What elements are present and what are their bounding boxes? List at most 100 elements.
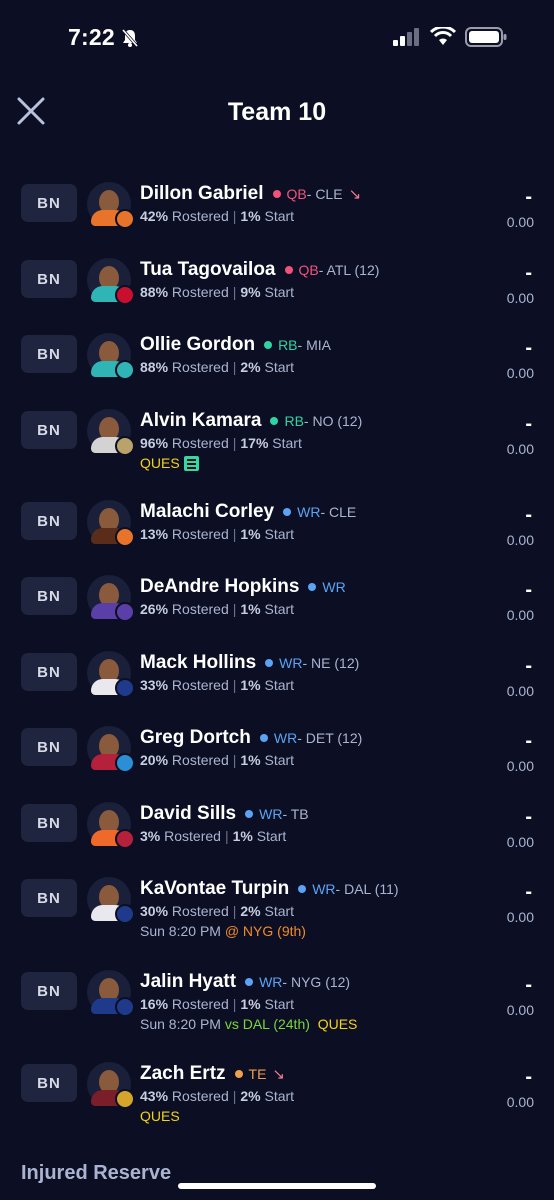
player-name[interactable]: Mack Hollins — [140, 652, 256, 674]
player-avatar[interactable] — [87, 726, 135, 773]
player-position: QB — [298, 262, 319, 278]
player-avatar[interactable] — [87, 877, 135, 924]
player-stats: 13% Rostered | 1% Start — [140, 524, 356, 544]
projection-dash: - — [525, 337, 532, 359]
bench-slot-button[interactable]: BN — [21, 972, 77, 1010]
team-logo-icon — [115, 678, 135, 698]
bench-slot-button[interactable]: BN — [21, 260, 77, 298]
stats-divider: | — [232, 1088, 237, 1104]
player-stats: 16% Rostered | 1% Start — [140, 994, 357, 1014]
projection-dash: - — [525, 974, 532, 996]
position-dot-icon — [264, 341, 273, 349]
player-info: Dillon Gabriel QB - CLE ↘ 42% Rostered |… — [140, 182, 361, 226]
game-info: Sun 8:20 PM vs DAL (24th) QUES — [140, 1014, 357, 1034]
player-position: WR — [259, 806, 283, 822]
player-avatar[interactable] — [87, 258, 135, 305]
start-percent: 17% — [240, 435, 269, 451]
player-name[interactable]: Dillon Gabriel — [140, 183, 264, 205]
start-label: Start — [264, 903, 295, 919]
bench-slot-button[interactable]: BN — [21, 577, 77, 615]
position-dot-icon — [245, 810, 254, 818]
team-logo-icon — [115, 1089, 135, 1109]
stats-divider: | — [232, 903, 237, 919]
projection-dash: - — [525, 262, 532, 284]
matchup: @ NYG (9th) — [224, 923, 306, 939]
player-avatar[interactable] — [87, 409, 135, 456]
start-label: Start — [264, 1088, 295, 1104]
position-dot-icon — [283, 508, 292, 516]
player-name[interactable]: Alvin Kamara — [140, 410, 261, 432]
player-avatar[interactable] — [87, 333, 135, 380]
player-avatar[interactable] — [87, 575, 135, 622]
player-position: QB — [286, 186, 307, 202]
team-logo-icon — [115, 904, 135, 924]
bench-slot-button[interactable]: BN — [21, 335, 77, 373]
player-points: 0.00 — [506, 683, 534, 699]
player-name[interactable]: KaVontae Turpin — [140, 878, 289, 900]
player-stats: 96% Rostered | 17% Start — [140, 433, 362, 453]
player-name[interactable]: Tua Tagovailoa — [140, 259, 276, 281]
bench-slot-button[interactable]: BN — [21, 502, 77, 540]
player-name[interactable]: Ollie Gordon — [140, 334, 255, 356]
player-team: - DAL (11) — [335, 881, 399, 897]
stats-divider: | — [232, 677, 237, 693]
stats-divider: | — [232, 284, 237, 300]
status-time: 7:22 — [68, 24, 115, 50]
player-name[interactable]: DeAndre Hopkins — [140, 576, 299, 598]
player-avatar[interactable] — [87, 802, 135, 849]
start-percent: 2% — [240, 359, 261, 375]
position-dot-icon — [284, 266, 293, 274]
start-label: Start — [272, 435, 302, 451]
player-team: - MIA — [297, 337, 331, 353]
player-info: Malachi Corley WR - CLE 13% Rostered | 1… — [140, 500, 356, 544]
player-info: Ollie Gordon RB - MIA 88% Rostered | 2% … — [140, 333, 331, 377]
start-percent: 9% — [240, 284, 261, 300]
projection-dash: - — [525, 655, 532, 677]
projection-dash: - — [525, 186, 532, 208]
game-time: Sun 8:20 PM — [140, 923, 221, 939]
trend-down-icon: ↘ — [348, 186, 362, 203]
rostered-percent: 88% — [140, 284, 169, 300]
player-avatar[interactable] — [87, 182, 135, 229]
player-team: - NYG (12) — [282, 974, 351, 990]
team-logo-icon — [115, 527, 135, 547]
stats-divider: | — [232, 601, 237, 617]
player-points: 0.00 — [506, 834, 534, 850]
player-stats: 88% Rostered | 9% Start — [140, 282, 379, 302]
player-stats: 30% Rostered | 2% Start — [140, 901, 399, 921]
bench-slot-button[interactable]: BN — [21, 879, 77, 917]
bench-slot-button[interactable]: BN — [21, 653, 77, 691]
player-name[interactable]: Greg Dortch — [140, 727, 251, 749]
rostered-label: Rostered — [171, 208, 229, 224]
stats-divider: | — [232, 208, 237, 224]
player-name[interactable]: David Sills — [140, 803, 236, 825]
bench-slot-button[interactable]: BN — [21, 411, 77, 449]
player-avatar[interactable] — [87, 651, 135, 698]
game-time: Sun 8:20 PM — [140, 1016, 221, 1032]
player-name[interactable]: Zach Ertz — [140, 1063, 226, 1085]
player-position: WR — [279, 655, 303, 671]
player-name[interactable]: Malachi Corley — [140, 501, 274, 523]
player-info: Zach Ertz TE ↘ 43% Rostered | 2% Start Q… — [140, 1062, 294, 1126]
team-logo-icon — [115, 829, 135, 849]
team-logo-icon — [115, 997, 135, 1017]
player-avatar[interactable] — [87, 1062, 135, 1109]
player-info: Jalin Hyatt WR - NYG (12) 16% Rostered |… — [140, 970, 357, 1034]
projection-dash: - — [525, 1066, 532, 1088]
player-position: WR — [322, 579, 346, 595]
position-dot-icon — [265, 659, 274, 667]
stats-divider: | — [232, 752, 237, 768]
bench-slot-button[interactable]: BN — [21, 184, 77, 222]
news-icon[interactable] — [183, 455, 199, 471]
bench-slot-button[interactable]: BN — [21, 1064, 77, 1102]
bench-slot-button[interactable]: BN — [21, 804, 77, 842]
battery-icon — [465, 27, 507, 47]
home-indicator[interactable] — [178, 1183, 376, 1189]
player-avatar[interactable] — [87, 970, 135, 1017]
player-avatar[interactable] — [87, 500, 135, 547]
rostered-percent: 26% — [140, 601, 169, 617]
start-label: Start — [264, 208, 295, 224]
bench-slot-button[interactable]: BN — [21, 728, 77, 766]
rostered-label: Rostered — [171, 359, 229, 375]
player-name[interactable]: Jalin Hyatt — [140, 971, 236, 993]
